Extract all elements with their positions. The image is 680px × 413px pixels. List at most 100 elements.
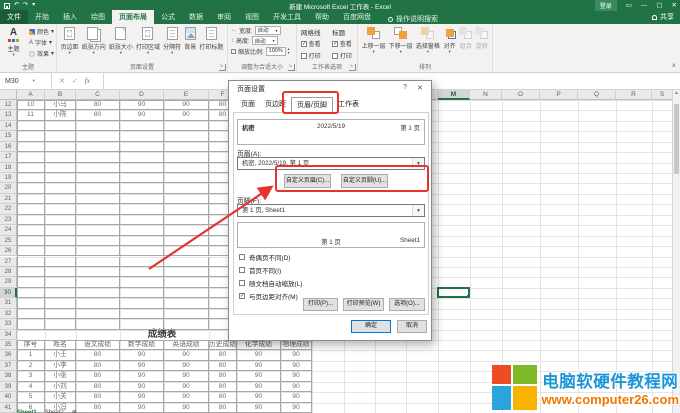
column-header[interactable]: B xyxy=(45,90,76,100)
row-header[interactable]: 13 xyxy=(0,110,17,120)
row-header[interactable]: 26 xyxy=(0,246,17,256)
row-header[interactable]: 16 xyxy=(0,142,17,152)
grid-cell[interactable]: 90 xyxy=(237,382,281,392)
grid-cell[interactable]: 90 xyxy=(281,392,312,402)
grid-cell[interactable] xyxy=(45,131,76,141)
grid-cell[interactable]: 80 xyxy=(209,371,237,381)
row-header[interactable]: 17 xyxy=(0,152,17,162)
grid-cell[interactable]: 90 xyxy=(164,382,209,392)
grid-cell[interactable] xyxy=(120,121,164,131)
row-header[interactable]: 27 xyxy=(0,257,17,267)
row-header[interactable]: 39 xyxy=(0,382,17,392)
grid-cell[interactable]: 80 xyxy=(76,350,120,360)
grid-cell[interactable] xyxy=(164,142,209,152)
grid-cell[interactable] xyxy=(76,152,120,162)
grid-cell[interactable]: 80 xyxy=(76,100,120,110)
grid-cell[interactable] xyxy=(17,319,45,329)
grid-cell[interactable]: 小李 xyxy=(45,361,76,371)
column-header[interactable]: C xyxy=(76,90,120,100)
grid-cell[interactable]: 90 xyxy=(281,350,312,360)
grid-cell[interactable]: 11 xyxy=(17,110,45,120)
grid-cell[interactable] xyxy=(164,215,209,225)
grid-cell[interactable] xyxy=(17,142,45,152)
grid-cell[interactable] xyxy=(164,246,209,256)
scroll-up-icon[interactable]: ▲ xyxy=(674,90,679,96)
row-header[interactable]: 34 xyxy=(0,330,17,340)
select-all-button[interactable] xyxy=(0,90,17,100)
grid-cell[interactable] xyxy=(76,204,120,214)
footer-select[interactable]: 第 1 页, Sheet1 ▼ xyxy=(237,204,425,217)
column-header[interactable]: O xyxy=(502,90,540,100)
grid-cell[interactable] xyxy=(120,298,164,308)
row-header[interactable]: 32 xyxy=(0,309,17,319)
grid-cell[interactable] xyxy=(120,183,164,193)
grid-cell[interactable] xyxy=(164,277,209,287)
grid-cell[interactable] xyxy=(45,152,76,162)
header-select[interactable]: 机密, 2022/5/19, 第 1 页 ▼ xyxy=(237,157,425,170)
grid-cell[interactable] xyxy=(164,163,209,173)
grid-cell[interactable]: 90 xyxy=(120,371,164,381)
cancel-button[interactable]: 取消 xyxy=(397,320,427,333)
grid-cell[interactable]: 90 xyxy=(164,392,209,402)
grid-cell[interactable] xyxy=(45,319,76,329)
sheet-tab-sheet2[interactable]: Sheet2 xyxy=(45,409,64,413)
grid-cell[interactable] xyxy=(164,204,209,214)
grid-cell[interactable]: 小张 xyxy=(45,371,76,381)
align-with-margins-checkbox[interactable]: ✓与页边距对齐(M) xyxy=(239,291,298,301)
row-header[interactable]: 19 xyxy=(0,173,17,183)
scale-with-document-checkbox[interactable]: 随文档自动缩放(L) xyxy=(239,278,302,288)
grid-cell[interactable] xyxy=(76,267,120,277)
grid-cell[interactable] xyxy=(164,257,209,267)
grid-cell[interactable]: 90 xyxy=(237,392,281,402)
grid-cell[interactable] xyxy=(17,194,45,204)
column-header[interactable]: Q xyxy=(578,90,616,100)
custom-header-button[interactable]: 自定义页眉(C)... xyxy=(284,174,331,188)
grid-cell[interactable]: 90 xyxy=(237,403,281,413)
grid-cell[interactable] xyxy=(120,225,164,235)
grid-cell[interactable] xyxy=(76,131,120,141)
grid-cell[interactable] xyxy=(45,121,76,131)
grid-cell[interactable] xyxy=(76,236,120,246)
grid-cell[interactable] xyxy=(45,298,76,308)
grid-cell[interactable] xyxy=(45,215,76,225)
score-table-header-cell[interactable]: 姓名 xyxy=(45,340,76,350)
options-button[interactable]: 选项(O)... xyxy=(389,298,425,311)
column-header[interactable]: N xyxy=(470,90,502,100)
score-table-header-cell[interactable]: 数学成绩 xyxy=(120,340,164,350)
grid-cell[interactable]: 5 xyxy=(17,392,45,402)
row-header[interactable]: 38 xyxy=(0,371,17,381)
row-header[interactable]: 23 xyxy=(0,215,17,225)
row-header[interactable]: 35 xyxy=(0,340,17,350)
grid-cell[interactable] xyxy=(45,183,76,193)
grid-cell[interactable] xyxy=(17,257,45,267)
row-header[interactable]: 33 xyxy=(0,319,17,329)
column-header[interactable]: A xyxy=(17,90,45,100)
grid-cell[interactable] xyxy=(120,152,164,162)
grid-cell[interactable]: 90 xyxy=(164,100,209,110)
scrollbar-thumb[interactable] xyxy=(674,104,679,174)
grid-cell[interactable] xyxy=(76,277,120,287)
grid-cell[interactable] xyxy=(17,288,45,298)
grid-cell[interactable]: 80 xyxy=(209,403,237,413)
grid-cell[interactable] xyxy=(120,215,164,225)
row-header[interactable]: 14 xyxy=(0,121,17,131)
grid-cell[interactable] xyxy=(164,298,209,308)
dialog-close-icon[interactable]: ✕ xyxy=(417,84,423,92)
grid-cell[interactable]: 90 xyxy=(120,110,164,120)
grid-cell[interactable]: 90 xyxy=(120,100,164,110)
grid-cell[interactable]: 2 xyxy=(17,361,45,371)
grid-cell[interactable] xyxy=(76,225,120,235)
grid-cell[interactable] xyxy=(120,204,164,214)
grid-cell[interactable] xyxy=(45,225,76,235)
dialog-tab-header-footer[interactable]: 页眉/页脚 xyxy=(291,97,333,114)
row-header[interactable]: 12 xyxy=(0,100,17,110)
grid-cell[interactable]: 小刘 xyxy=(45,382,76,392)
grid-cell[interactable]: 90 xyxy=(164,403,209,413)
ok-button[interactable]: 确定 xyxy=(351,320,391,333)
row-header[interactable]: 24 xyxy=(0,225,17,235)
grid-cell[interactable] xyxy=(164,121,209,131)
row-header[interactable]: 25 xyxy=(0,236,17,246)
grid-cell[interactable] xyxy=(164,194,209,204)
grid-cell[interactable] xyxy=(45,204,76,214)
grid-cell[interactable]: 80 xyxy=(76,110,120,120)
